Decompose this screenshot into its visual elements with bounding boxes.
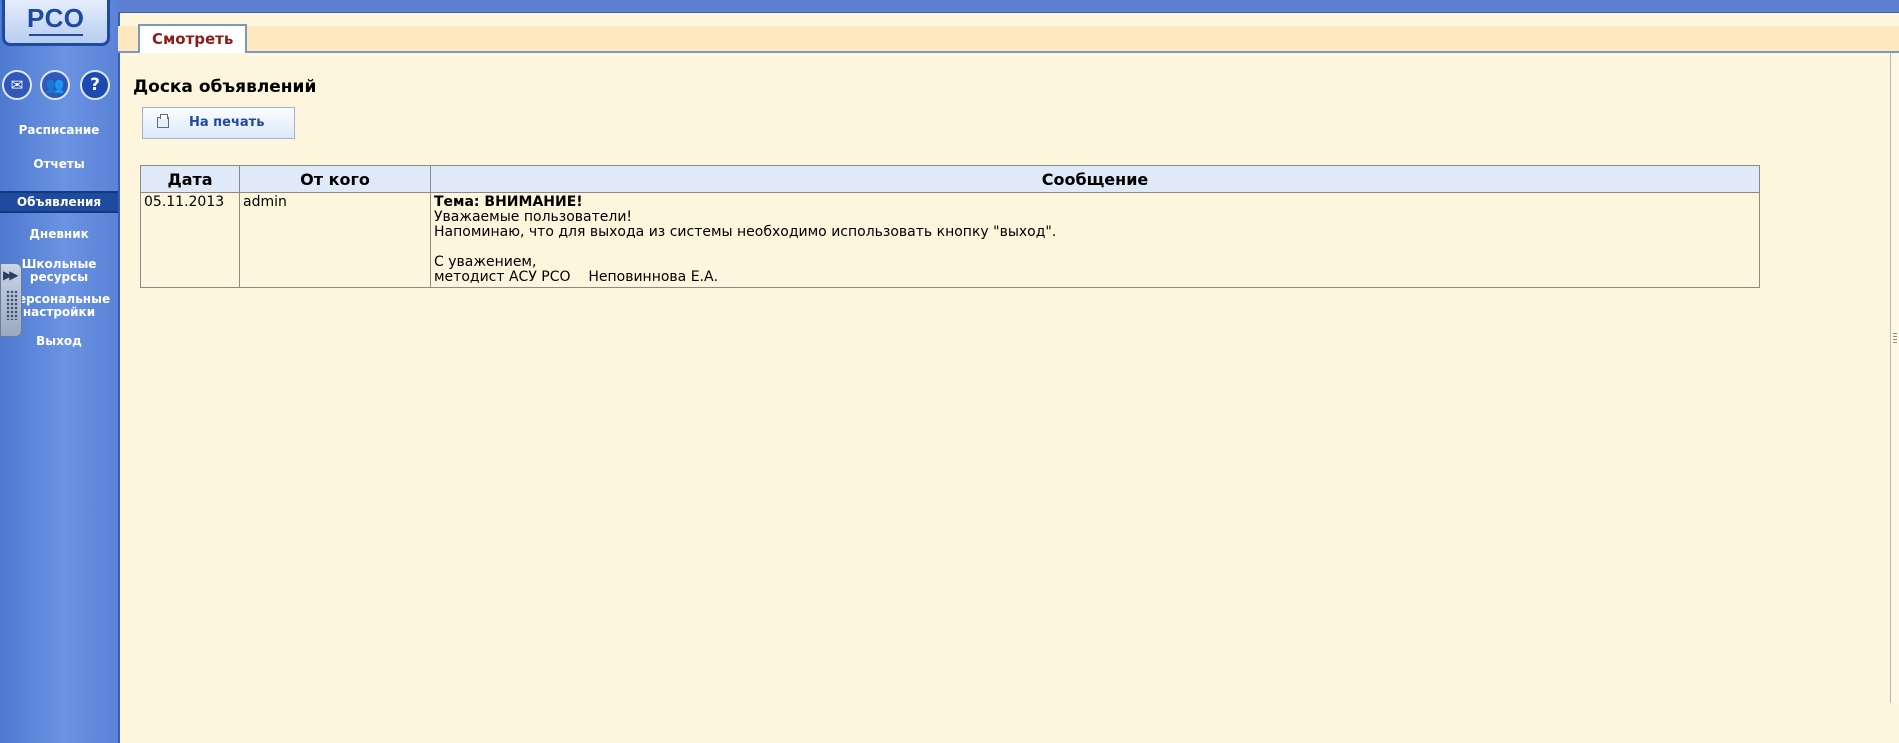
sidebar-item-schedule[interactable]: Расписание <box>0 124 118 137</box>
sidebar-top-icons: ✉ 👥 ? <box>0 70 118 104</box>
grip-icon <box>6 290 18 320</box>
app-logo[interactable]: РСО <box>2 0 110 46</box>
table-row: 05.11.2013 admin Тема: ВНИМАНИЕ! Уважаем… <box>140 192 1760 288</box>
sidebar-item-reports[interactable]: Отчеты <box>0 158 118 171</box>
announcements-table: Дата От кого Сообщение 05.11.2013 admin … <box>140 165 1760 288</box>
message-signature-line: методист АСУ РСО Неповиннова Е.А. <box>434 269 719 285</box>
right-scrollbar[interactable] <box>1890 53 1899 703</box>
sidebar-item-label: Школьные <box>21 257 97 271</box>
column-header-date[interactable]: Дата <box>140 165 240 193</box>
scroll-grip-icon <box>1893 333 1897 343</box>
message-subject: Тема: ВНИМАНИЕ! <box>434 194 583 210</box>
cell-date: 05.11.2013 <box>140 192 240 288</box>
message-line: Напоминаю, что для выхода из системы нео… <box>434 224 1057 240</box>
sidebar-item-label: ресурсы <box>29 270 89 284</box>
tab-view[interactable]: Смотреть <box>138 24 248 53</box>
sidebar-item-logout[interactable]: Выход <box>0 335 118 348</box>
sidebar-item-label: Персональные <box>7 292 111 306</box>
column-header-message[interactable]: Сообщение <box>430 165 1760 193</box>
column-header-from[interactable]: От кого <box>239 165 431 193</box>
table-header-row: Дата От кого Сообщение <box>140 165 1760 193</box>
tab-bar: Смотреть <box>118 24 1899 53</box>
print-button-label: На печать <box>189 115 265 130</box>
top-header-bar <box>118 0 1899 13</box>
message-line: Уважаемые пользователи! <box>434 209 633 225</box>
double-arrow-icon: ▶▶ <box>3 268 19 282</box>
logo-underline <box>29 34 83 36</box>
logo-text: РСО <box>26 3 86 33</box>
sidebar-collapse-handle[interactable]: ▶▶ <box>0 263 22 337</box>
print-button[interactable]: На печать <box>142 107 295 139</box>
sidebar-item-diary[interactable]: Дневник <box>0 228 118 241</box>
sidebar: РСО ✉ 👥 ? Расписание Отчеты Объявления Д… <box>0 0 120 743</box>
sidebar-item-announcements[interactable]: Объявления <box>0 191 118 213</box>
sidebar-item-label: настройки <box>22 305 96 319</box>
help-icon[interactable]: ? <box>80 70 110 100</box>
mail-icon[interactable]: ✉ <box>2 70 32 100</box>
page-title: Доска объявлений <box>133 77 317 97</box>
message-signature-line: С уважением, <box>434 254 537 270</box>
cell-message: Тема: ВНИМАНИЕ! Уважаемые пользователи! … <box>430 192 1760 288</box>
cell-from: admin <box>239 192 431 288</box>
printer-icon <box>157 114 169 128</box>
users-icon[interactable]: 👥 <box>40 70 70 100</box>
